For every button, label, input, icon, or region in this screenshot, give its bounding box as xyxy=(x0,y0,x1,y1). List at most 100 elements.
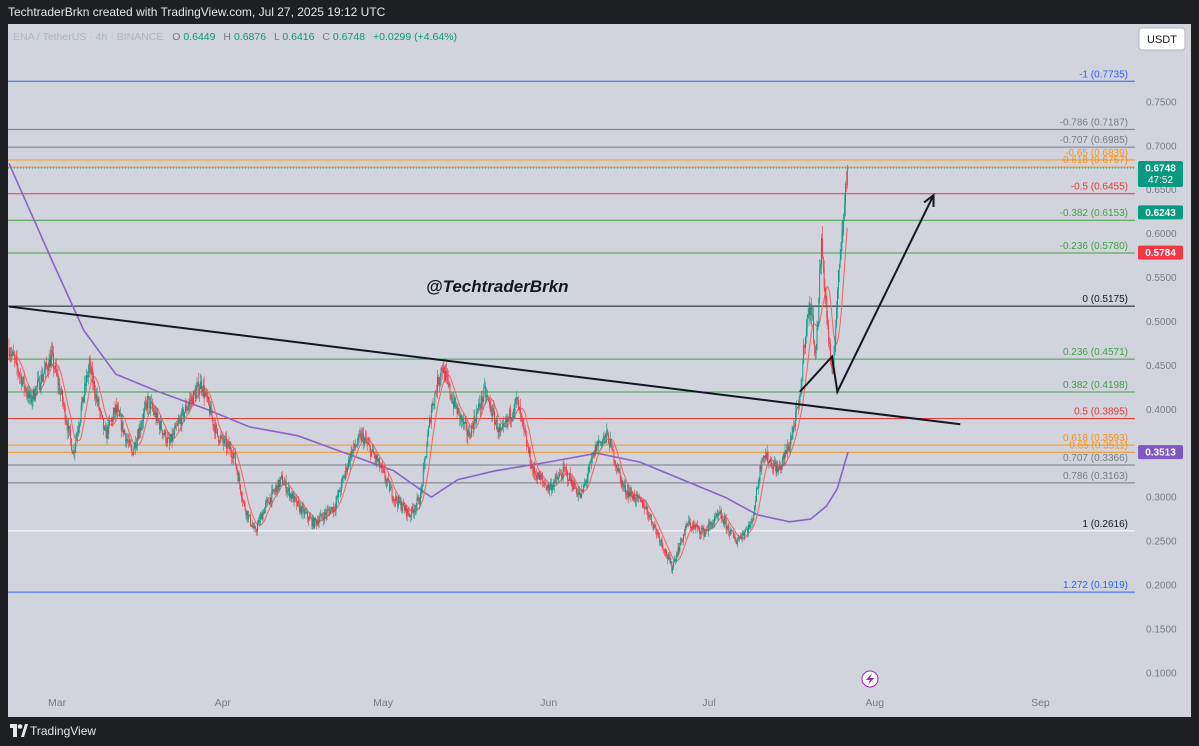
candle-body xyxy=(808,304,810,316)
candle-body xyxy=(613,449,615,462)
candle-body xyxy=(643,503,645,509)
candle-body xyxy=(151,401,152,403)
candle-body xyxy=(314,518,316,528)
lightning-icon[interactable] xyxy=(861,670,879,688)
candle-body xyxy=(276,485,278,493)
candle-body xyxy=(176,424,177,426)
candle-body xyxy=(399,501,401,503)
candle-body xyxy=(390,487,392,489)
candle-body xyxy=(111,418,113,422)
candle-body xyxy=(236,467,238,473)
candle-body xyxy=(715,516,716,518)
candle-body xyxy=(159,421,161,430)
fib-levels: -1 (0.7735) -0.786 (0.7187) -0.707 (0.6985… xyxy=(8,69,1135,593)
candle-body xyxy=(583,485,585,492)
price-chart[interactable]: -1 (0.7735) -0.786 (0.7187) -0.707 (0.6985… xyxy=(8,24,1191,717)
candle-body xyxy=(695,526,697,528)
candle-body xyxy=(617,468,619,472)
candle-body xyxy=(14,358,16,359)
candle-body xyxy=(534,467,536,474)
candle-body xyxy=(594,445,596,456)
candle-body xyxy=(36,386,38,388)
candle-body xyxy=(279,480,281,488)
candle-body xyxy=(755,501,757,508)
candle-body xyxy=(269,497,271,505)
candle-body xyxy=(844,203,846,216)
candle-body xyxy=(12,351,14,354)
candle-body xyxy=(204,393,206,397)
x-tick-label: Jul xyxy=(702,697,715,709)
candle-body xyxy=(566,469,568,472)
currency-badge[interactable]: USDT xyxy=(1138,27,1186,51)
fib-label: -0.707 (0.6985) xyxy=(1060,135,1128,146)
candle-body xyxy=(142,421,144,424)
fib-label: -0.786 (0.7187) xyxy=(1060,117,1128,128)
chart-panel[interactable]: -1 (0.7735) -0.786 (0.7187) -0.707 (0.6985… xyxy=(8,24,1191,717)
candle-body xyxy=(631,491,633,496)
candle-body xyxy=(54,365,56,370)
candle-body xyxy=(584,483,585,486)
candle-body xyxy=(435,391,437,393)
candle-body xyxy=(843,215,845,222)
candle-body xyxy=(63,404,65,406)
candle-body xyxy=(592,456,593,459)
candle-body xyxy=(339,491,341,493)
candle-body xyxy=(119,415,121,417)
candle-body xyxy=(113,408,115,415)
candle-body xyxy=(417,497,419,499)
candle-body xyxy=(840,242,842,259)
candle-body xyxy=(444,366,446,381)
candle-body xyxy=(486,395,488,398)
candle-body xyxy=(396,496,397,502)
candle-body xyxy=(462,417,463,422)
candle-body xyxy=(816,328,818,350)
x-axis[interactable]: Mar Apr May Jun Jul Aug Sep xyxy=(48,697,1050,709)
candle-body xyxy=(289,487,291,498)
y-tick-label: 0.5000 xyxy=(1146,317,1177,328)
candle-body xyxy=(275,485,277,489)
candle-body xyxy=(485,385,487,398)
candle-body xyxy=(712,523,714,528)
candle-body xyxy=(18,371,20,375)
candle-body xyxy=(39,387,41,390)
candle-body xyxy=(271,490,273,503)
candle-body xyxy=(344,473,346,479)
candle-body xyxy=(118,409,120,412)
candle-body xyxy=(434,392,436,404)
drawings[interactable] xyxy=(8,192,961,426)
candle-body xyxy=(616,464,618,469)
candle-body xyxy=(124,430,126,435)
candle-body xyxy=(287,489,289,492)
candle-body xyxy=(734,536,736,542)
candle-body xyxy=(830,362,832,367)
candle-body xyxy=(730,530,732,535)
candle-body xyxy=(296,499,298,506)
candle-body xyxy=(538,472,540,480)
candle-body xyxy=(706,529,708,531)
candle-body xyxy=(511,417,512,420)
candle-body xyxy=(349,452,351,464)
candle-body xyxy=(82,397,84,403)
candle-body xyxy=(788,447,790,451)
candle-body xyxy=(147,396,149,409)
candle-body xyxy=(657,532,659,535)
candle-body xyxy=(690,526,692,528)
candle-body xyxy=(35,387,37,398)
candle-body xyxy=(360,434,362,441)
candle-body xyxy=(220,436,222,438)
candle-body xyxy=(751,521,753,522)
candle-body xyxy=(102,415,103,419)
candle-body xyxy=(143,407,145,413)
candle-body xyxy=(682,534,684,542)
candle-body xyxy=(353,443,355,450)
candle-body xyxy=(445,371,447,375)
candle-body xyxy=(579,491,581,498)
candle-body xyxy=(167,437,169,443)
candle-body xyxy=(609,443,610,448)
candle-body xyxy=(461,415,463,422)
candle-body xyxy=(333,506,335,510)
candle-body xyxy=(407,508,409,514)
candle-body xyxy=(493,408,495,412)
candle-body xyxy=(556,476,558,480)
candle-body xyxy=(619,471,621,477)
